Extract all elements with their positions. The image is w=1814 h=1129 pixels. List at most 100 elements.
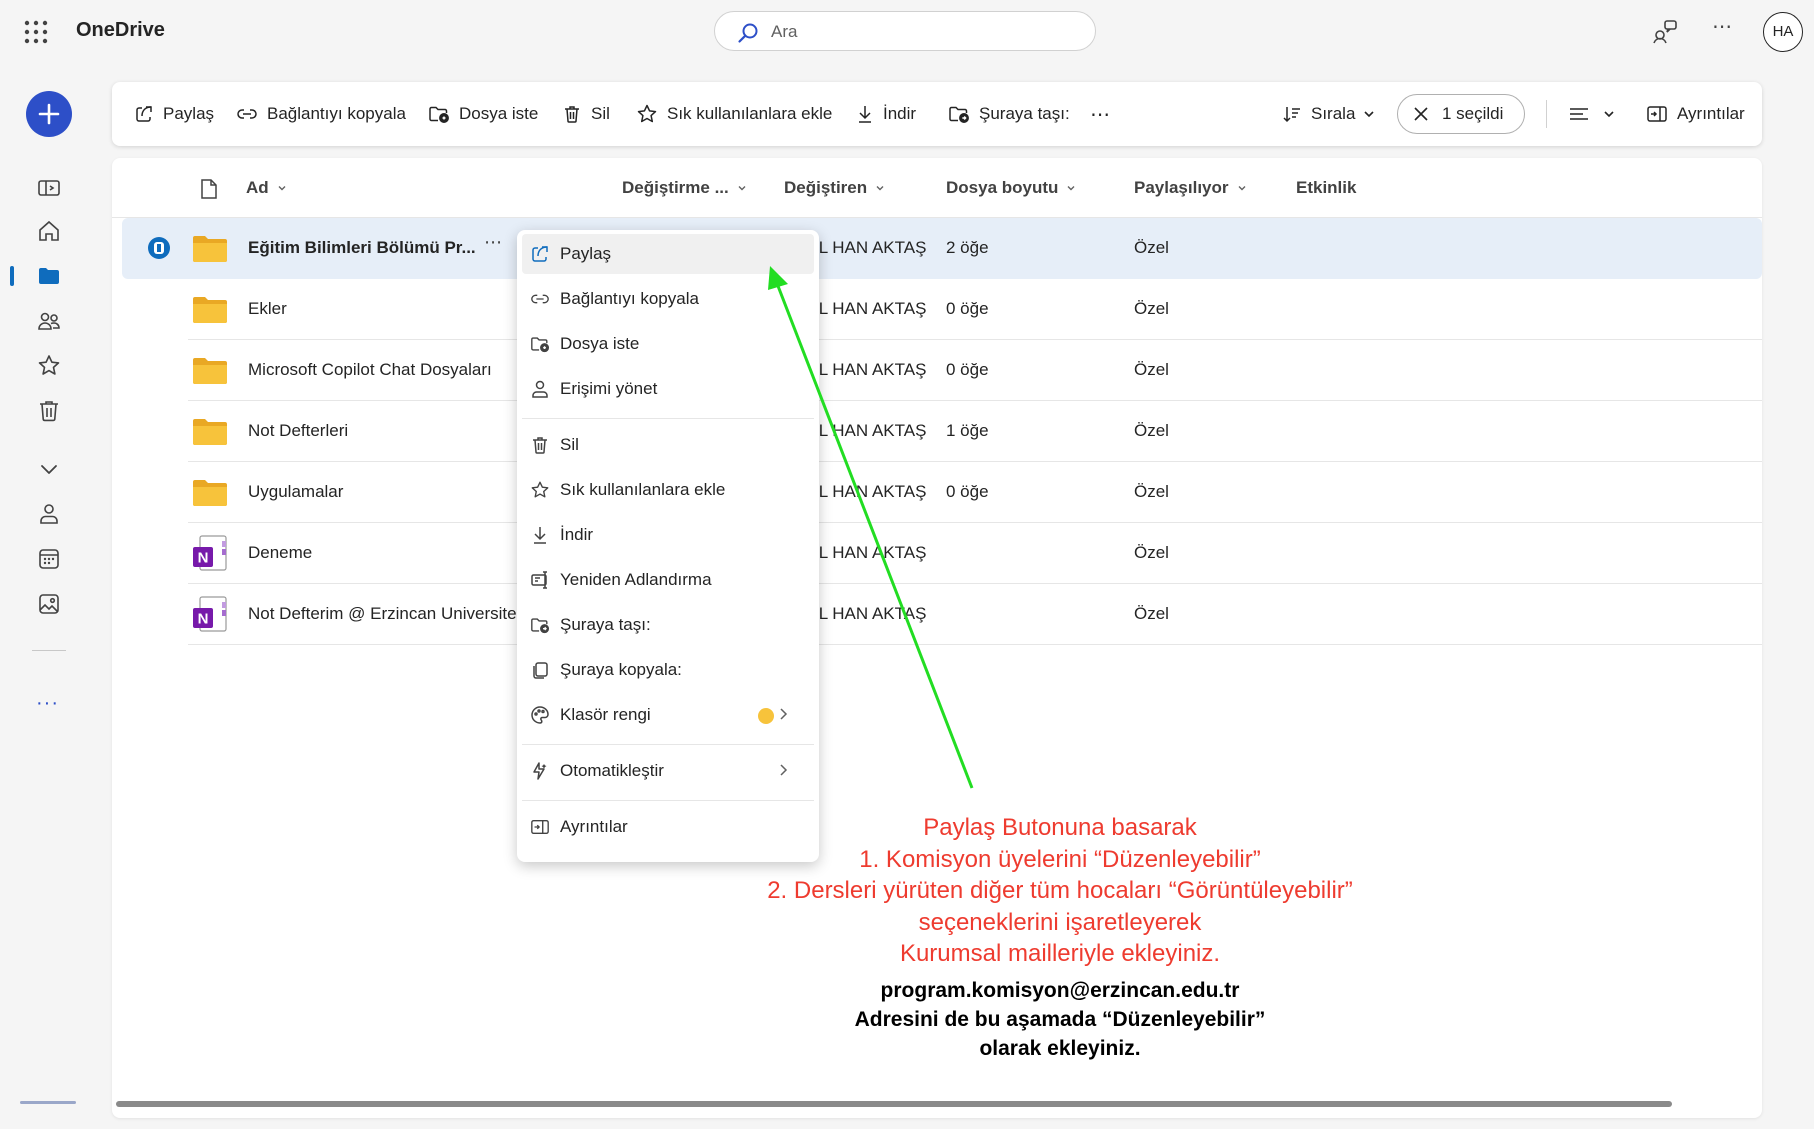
copy-icon xyxy=(533,662,548,679)
chevron-right-icon xyxy=(780,764,788,776)
menu-item-label: Şuraya taşı: xyxy=(560,615,651,634)
menu-item-rename[interactable]: Yeniden Adlandırma xyxy=(522,560,814,600)
row-sharing[interactable]: Özel xyxy=(1134,360,1169,380)
more-icon[interactable]: ··· xyxy=(36,692,59,715)
row-sharing[interactable]: Özel xyxy=(1134,604,1169,624)
selection-count-label: 1 seçildi xyxy=(1442,104,1504,123)
row-size: 0 öğe xyxy=(946,299,989,318)
row-sharing[interactable]: Özel xyxy=(1134,238,1169,258)
chevron-down-icon xyxy=(1604,111,1614,118)
menu-item-share[interactable]: Paylaş xyxy=(522,234,814,274)
home-icon[interactable] xyxy=(36,218,62,244)
create-new-button[interactable] xyxy=(26,91,72,137)
table-row[interactable]: Not Defterleri İL HAN AKTAŞ 1 öğe Özel xyxy=(188,401,1762,462)
context-menu: Paylaş Bağlantıyı kopyala Dosya iste Eri… xyxy=(517,230,819,862)
menu-item-copy-to[interactable]: Şuraya kopyala: xyxy=(522,650,814,690)
menu-item-move-to[interactable]: Şuraya taşı: xyxy=(522,605,814,645)
settings-more-icon[interactable]: ⋯ xyxy=(1712,14,1732,39)
shared-icon[interactable] xyxy=(36,308,62,334)
column-header-activity[interactable]: Etkinlik xyxy=(1296,178,1356,198)
toolbar-copy-link-button[interactable]: Bağlantıyı kopyala xyxy=(236,102,406,126)
table-row[interactable]: Eğitim Bilimleri Bölümü Pr... ⋯ İL HAN A… xyxy=(122,218,1762,279)
menu-item-add-favorites[interactable]: Sık kullanılanlara ekle xyxy=(522,470,814,510)
toggle-nav-icon[interactable] xyxy=(36,175,62,201)
horizontal-scrollbar[interactable] xyxy=(116,1101,1672,1107)
row-name[interactable]: Microsoft Copilot Chat Dosyaları xyxy=(248,360,492,380)
people-icon[interactable] xyxy=(36,501,62,527)
column-header-modified-label: Değiştirme ... xyxy=(622,178,729,197)
column-header-file-size[interactable]: Dosya boyutu xyxy=(946,178,1076,198)
menu-item-label: Sık kullanılanlara ekle xyxy=(560,480,726,499)
column-header-name[interactable]: Ad xyxy=(246,178,287,198)
toolbar-request-files-button[interactable]: Dosya iste xyxy=(428,102,538,126)
row-sharing[interactable]: Özel xyxy=(1134,299,1169,319)
table-row[interactable]: Uygulamalar İL HAN AKTAŞ 0 öğe Özel xyxy=(188,462,1762,523)
menu-item-manage-access[interactable]: Erişimi yönet xyxy=(522,369,814,409)
menu-item-copy-link[interactable]: Bağlantıyı kopyala xyxy=(522,279,814,319)
column-header-modified[interactable]: Değiştirme ... xyxy=(622,178,747,198)
details-pane-button[interactable]: Ayrıntılar xyxy=(1646,102,1745,126)
table-row[interactable]: N Not Defterim @ Erzincan Universite İL … xyxy=(188,584,1762,645)
row-name[interactable]: Eğitim Bilimleri Bölümü Pr... xyxy=(248,238,476,258)
annotation-line: seçeneklerini işaretleyerek xyxy=(918,908,1202,936)
app-launcher-icon[interactable] xyxy=(22,18,50,46)
photos-icon[interactable] xyxy=(36,591,62,617)
menu-item-request-files[interactable]: Dosya iste xyxy=(522,324,814,364)
meetings-icon[interactable] xyxy=(36,546,62,572)
menu-item-folder-color[interactable]: Klasör rengi xyxy=(522,695,814,735)
toolbar-delete-button[interactable]: Sil xyxy=(562,102,610,126)
my-files-icon[interactable] xyxy=(36,263,62,289)
search-box[interactable] xyxy=(714,11,1096,51)
share-feedback-icon[interactable] xyxy=(1652,18,1678,44)
column-header-sharing[interactable]: Paylaşılıyor xyxy=(1134,178,1247,198)
row-name[interactable]: Deneme xyxy=(248,543,312,563)
row-size: 1 öğe xyxy=(946,421,989,440)
column-header-modified-by[interactable]: Değiştiren xyxy=(784,178,885,198)
expand-chevron-icon[interactable] xyxy=(36,456,62,482)
row-more-button[interactable]: ⋯ xyxy=(484,232,503,253)
row-sharing[interactable]: Özel xyxy=(1134,421,1169,441)
column-header-type[interactable] xyxy=(200,178,218,200)
toolbar-divider xyxy=(1546,100,1547,128)
table-row[interactable]: N Deneme İL HAN AKTAŞ Özel xyxy=(188,523,1762,584)
table-row[interactable]: Ekler İL HAN AKTAŞ 0 öğe Özel xyxy=(188,279,1762,340)
toolbar-more-button[interactable]: ⋯ xyxy=(1090,102,1110,126)
search-input[interactable] xyxy=(771,20,1071,44)
column-header-activity-label: Etkinlik xyxy=(1296,178,1357,197)
menu-item-label: Klasör rengi xyxy=(560,705,651,724)
toolbar-request-files-label: Dosya iste xyxy=(459,104,539,123)
share-icon xyxy=(136,106,152,122)
row-size: 0 öğe xyxy=(946,360,989,379)
menu-item-automate[interactable]: Otomatikleştir xyxy=(522,751,814,791)
chevron-down-icon xyxy=(1067,186,1075,191)
download-icon xyxy=(534,527,546,544)
row-sharing[interactable]: Özel xyxy=(1134,543,1169,563)
toolbar-download-button[interactable]: İndir xyxy=(856,102,916,126)
row-name[interactable]: Ekler xyxy=(248,299,287,319)
recycle-bin-icon[interactable] xyxy=(36,398,62,424)
row-name[interactable]: Not Defterim @ Erzincan Universite xyxy=(248,604,517,624)
menu-item-download[interactable]: İndir xyxy=(522,515,814,555)
search-icon xyxy=(737,22,759,44)
row-name[interactable]: Not Defterleri xyxy=(248,421,348,441)
folder-icon xyxy=(193,419,227,445)
selection-count-pill[interactable]: 1 seçildi xyxy=(1397,94,1525,134)
close-icon[interactable] xyxy=(1412,105,1430,123)
row-selected-checkmark-icon[interactable] xyxy=(148,237,170,259)
row-sharing[interactable]: Özel xyxy=(1134,482,1169,502)
menu-item-delete[interactable]: Sil xyxy=(522,425,814,465)
row-name[interactable]: Uygulamalar xyxy=(248,482,343,502)
menu-item-label: Dosya iste xyxy=(560,334,640,353)
toolbar-add-favorites-button[interactable]: Sık kullanılanlara ekle xyxy=(636,102,832,126)
avatar[interactable]: HA xyxy=(1763,12,1803,52)
toolbar-move-to-button[interactable]: Şuraya taşı: xyxy=(948,102,1070,126)
table-row[interactable]: Microsoft Copilot Chat Dosyaları İL HAN … xyxy=(188,340,1762,401)
toolbar-share-button[interactable]: Paylaş xyxy=(134,102,214,126)
sort-button[interactable]: Sırala xyxy=(1282,102,1375,126)
row-modified-by: İL HAN AKTAŞ xyxy=(814,482,927,501)
favorites-icon[interactable] xyxy=(36,353,62,379)
view-options-button[interactable] xyxy=(1568,102,1615,126)
annotation-line: Paylaş Butonuna basarak xyxy=(923,814,1197,841)
row-modified-by: İL HAN AKTAŞ xyxy=(814,604,927,623)
app-title[interactable]: OneDrive xyxy=(76,19,165,42)
